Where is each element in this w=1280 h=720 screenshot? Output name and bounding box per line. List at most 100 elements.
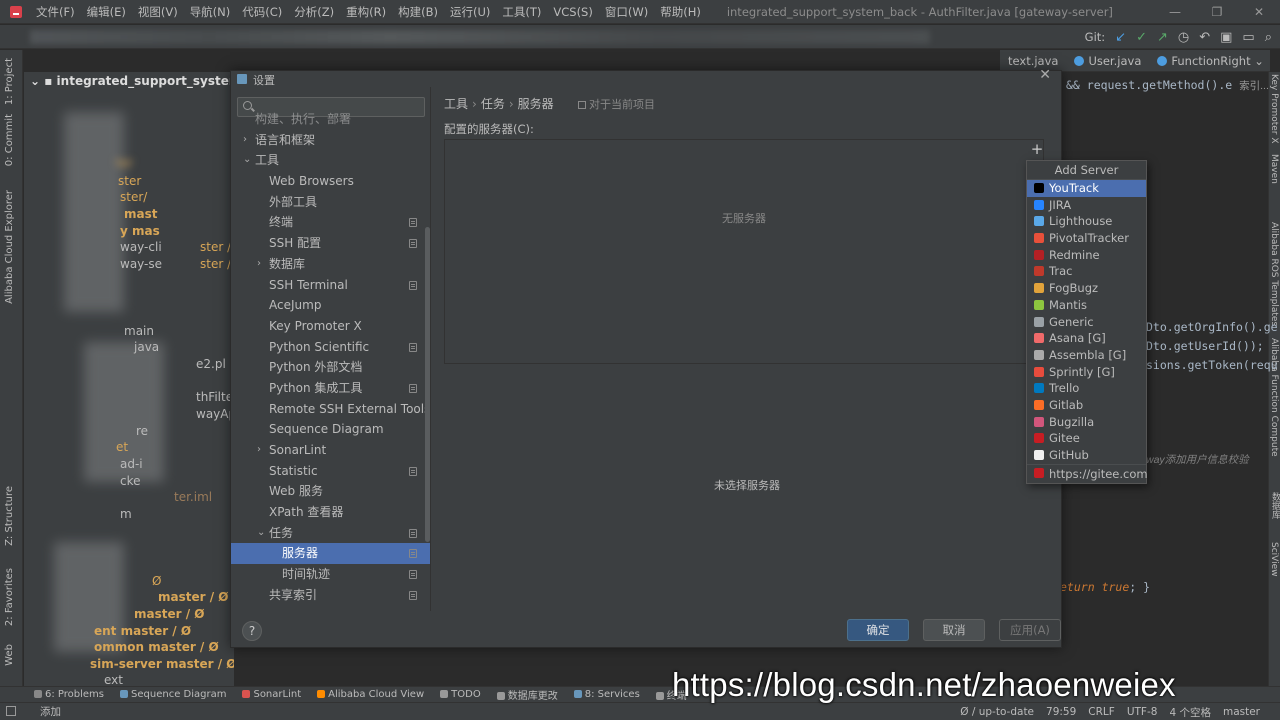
bottom-tool-tab[interactable]: 6: Problems bbox=[26, 689, 112, 700]
editor-tab[interactable]: FunctionRight ⌄ bbox=[1149, 54, 1272, 68]
tool-window-ros-templates[interactable]: Alibaba ROS Templates bbox=[1269, 222, 1279, 326]
settings-nav-item[interactable]: 外部工具 bbox=[231, 192, 430, 213]
settings-nav-item[interactable]: SSH 配置 bbox=[231, 233, 430, 254]
tree-node[interactable]: ext bbox=[104, 673, 123, 686]
bottom-tool-tab[interactable]: Sequence Diagram bbox=[112, 689, 234, 700]
status-toggle-icon[interactable] bbox=[6, 706, 16, 716]
menu-item[interactable]: 文件(F) bbox=[30, 0, 81, 24]
server-type-item[interactable]: JIRA bbox=[1027, 197, 1146, 214]
cancel-button[interactable]: 取消 bbox=[923, 619, 985, 641]
ok-button[interactable]: 确定 bbox=[847, 619, 909, 641]
git-push-icon[interactable]: ↗ bbox=[1157, 30, 1168, 45]
tree-node[interactable]: way-se bbox=[120, 257, 162, 271]
server-type-item[interactable]: Sprintly [G] bbox=[1027, 364, 1146, 381]
tree-node[interactable]: way-cli bbox=[120, 240, 162, 254]
menu-item[interactable]: 代码(C) bbox=[236, 0, 288, 24]
tree-node[interactable]: java bbox=[134, 340, 159, 354]
settings-nav-item[interactable]: 共享索引 bbox=[231, 585, 430, 606]
tree-node[interactable]: wayAp bbox=[196, 407, 234, 421]
settings-nav-item[interactable]: SSH Terminal bbox=[231, 275, 430, 296]
help-button[interactable]: ? bbox=[242, 621, 262, 641]
settings-nav-item[interactable]: XPath 查看器 bbox=[231, 502, 430, 523]
server-type-item[interactable]: Assembla [G] bbox=[1027, 347, 1146, 364]
menu-item[interactable]: 运行(U) bbox=[444, 0, 496, 24]
git-status[interactable]: Ø / up-to-date bbox=[960, 706, 1034, 718]
tree-node[interactable]: ter.iml bbox=[174, 490, 212, 504]
settings-nav-item[interactable]: ⌄ 任务 bbox=[231, 523, 430, 544]
settings-nav-item[interactable]: Python 外部文档 bbox=[231, 357, 430, 378]
settings-nav-item[interactable]: AceJump bbox=[231, 295, 430, 316]
menu-item[interactable]: 窗口(W) bbox=[599, 0, 654, 24]
project-structure-icon[interactable]: ▣ bbox=[1220, 30, 1232, 45]
server-type-item[interactable]: Redmine bbox=[1027, 247, 1146, 264]
menu-item[interactable]: 分析(Z) bbox=[288, 0, 340, 24]
server-type-item[interactable]: Gitlab bbox=[1027, 397, 1146, 414]
minimize-icon[interactable]: — bbox=[1154, 0, 1196, 24]
settings-nav-item[interactable]: 构建、执行、部署 bbox=[231, 109, 430, 130]
server-type-item[interactable]: Lighthouse bbox=[1027, 213, 1146, 230]
settings-nav-item[interactable]: Python 集成工具 bbox=[231, 378, 430, 399]
server-type-item[interactable]: YouTrack bbox=[1027, 180, 1146, 197]
tree-node[interactable]: mast bbox=[124, 207, 157, 221]
tree-node[interactable]: e2.pl bbox=[196, 357, 226, 371]
tool-window-function-compute[interactable]: Alibaba Function Compute bbox=[1269, 338, 1279, 457]
chevron-down-icon[interactable]: ⌄ bbox=[257, 523, 265, 544]
settings-nav-item[interactable]: Web Browsers bbox=[231, 171, 430, 192]
menu-item[interactable]: 导航(N) bbox=[184, 0, 237, 24]
server-type-item[interactable]: GitHub bbox=[1027, 447, 1146, 464]
server-type-item[interactable]: Asana [G] bbox=[1027, 330, 1146, 347]
settings-nav-item[interactable]: › 语言和框架 bbox=[231, 130, 430, 151]
git-rollback-icon[interactable]: ↶ bbox=[1199, 30, 1210, 45]
menu-item[interactable]: 重构(R) bbox=[340, 0, 392, 24]
tree-node[interactable]: master / Ø bbox=[134, 607, 204, 621]
server-type-item[interactable]: Generic bbox=[1027, 314, 1146, 331]
tree-node[interactable]: ommon master / Ø bbox=[94, 640, 219, 654]
settings-nav-item[interactable]: 终端 bbox=[231, 212, 430, 233]
settings-nav-item[interactable]: Key Promoter X bbox=[231, 316, 430, 337]
tree-node[interactable]: master / Ø bbox=[158, 590, 228, 604]
git-update-icon[interactable]: ↙ bbox=[1115, 30, 1126, 45]
tree-node[interactable]: ent master / Ø bbox=[94, 624, 191, 638]
tree-node[interactable]: sim-server master / Ø bbox=[90, 657, 234, 671]
tool-window-project[interactable]: 1: Project bbox=[4, 58, 15, 105]
tool-window-database[interactable]: 数据库 bbox=[1269, 492, 1280, 519]
tree-node[interactable]: m bbox=[120, 507, 132, 521]
tree-node[interactable]: Ø bbox=[152, 574, 161, 588]
apply-button[interactable]: 应用(A) bbox=[999, 619, 1061, 641]
tree-node[interactable]: ad-i bbox=[120, 457, 143, 471]
bottom-tool-tab[interactable]: SonarLint bbox=[234, 689, 309, 700]
caret-position[interactable]: 79:59 bbox=[1046, 706, 1076, 718]
server-type-item[interactable]: https://gitee.com bbox=[1027, 463, 1148, 482]
file-encoding[interactable]: UTF-8 bbox=[1127, 706, 1158, 718]
bottom-tool-tab[interactable]: Alibaba Cloud View bbox=[309, 689, 432, 700]
chevron-down-icon[interactable]: ⌄ bbox=[243, 150, 251, 171]
search-everywhere-icon[interactable]: ⌕ bbox=[1265, 30, 1272, 45]
menu-item[interactable]: VCS(S) bbox=[547, 0, 598, 24]
git-branch[interactable]: master bbox=[1223, 706, 1260, 718]
server-type-item[interactable]: Gitee bbox=[1027, 430, 1146, 447]
menu-item[interactable]: 帮助(H) bbox=[654, 0, 707, 24]
tree-node[interactable]: ter bbox=[116, 156, 133, 170]
git-commit-icon[interactable]: ✓ bbox=[1136, 30, 1147, 45]
menu-item[interactable]: 视图(V) bbox=[132, 0, 184, 24]
close-window-icon[interactable]: ✕ bbox=[1238, 0, 1280, 24]
settings-nav-item[interactable]: Remote SSH External Tools bbox=[231, 399, 430, 420]
server-type-item[interactable]: PivotalTracker bbox=[1027, 230, 1146, 247]
tree-node[interactable]: thFilte bbox=[196, 390, 233, 404]
tree-node[interactable]: y mas bbox=[120, 224, 160, 238]
server-type-item[interactable]: Bugzilla bbox=[1027, 414, 1146, 431]
indent-setting[interactable]: 4 个空格 bbox=[1169, 705, 1211, 720]
tool-window-alibaba-explorer[interactable]: Alibaba Cloud Explorer bbox=[4, 190, 15, 304]
editor-tab[interactable]: User.java bbox=[1066, 54, 1149, 68]
menu-item[interactable]: 工具(T) bbox=[496, 0, 547, 24]
tree-node[interactable]: cke bbox=[120, 474, 141, 488]
settings-nav-item[interactable]: Web 服务 bbox=[231, 481, 430, 502]
settings-nav-item[interactable]: Sequence Diagram bbox=[231, 419, 430, 440]
bottom-tool-tab[interactable]: 8: Services bbox=[566, 689, 648, 700]
chevron-right-icon[interactable]: › bbox=[257, 440, 261, 461]
server-type-item[interactable]: Trello bbox=[1027, 380, 1146, 397]
menu-item[interactable]: 构建(B) bbox=[392, 0, 444, 24]
close-icon[interactable]: ✕ bbox=[1039, 67, 1051, 83]
bottom-tool-tab[interactable]: 数据库更改 bbox=[489, 687, 566, 702]
bottom-tool-tab[interactable]: TODO bbox=[432, 689, 489, 700]
